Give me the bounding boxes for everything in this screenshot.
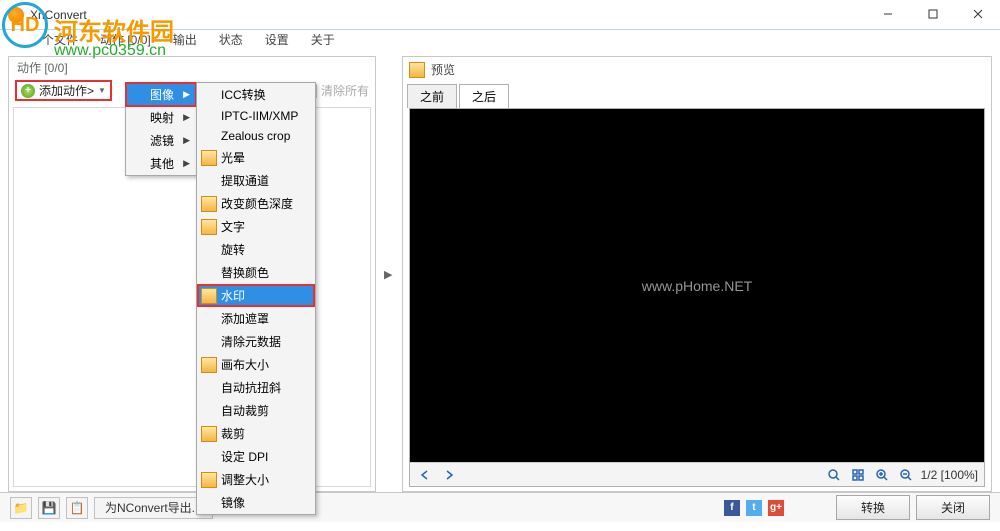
plus-icon: + [21,84,35,98]
menu-item-vignette[interactable]: 光晕 [197,146,315,169]
footer-bar: 📁 💾 📋 为NConvert导出... f t g+ 转换 关闭 [0,492,1000,522]
preview-watermark-text: www.pHome.NET [642,278,752,294]
menu-item-dpi[interactable]: 设定 DPI [197,445,315,468]
convert-button[interactable]: 转换 [836,495,910,520]
next-image-button[interactable] [440,466,458,484]
tab-status[interactable]: 状态 [217,30,245,49]
menu-item-clearmeta[interactable]: 清除元数据 [197,330,315,353]
image-submenu: ICC转换IPTC-IIM/XMPZealous crop光晕提取通道改变颜色深… [196,82,316,515]
title-bar: XnConvert [0,0,1000,30]
menu-item-watermark[interactable]: 水印 [197,284,315,307]
menu-item-crop[interactable]: 裁剪 [197,422,315,445]
menu-item-depth[interactable]: 改变颜色深度 [197,192,315,215]
zoom-fit-button[interactable] [825,466,843,484]
copy-preset-button[interactable]: 📋 [66,497,88,519]
facebook-icon[interactable]: f [724,500,740,516]
save-preset-button[interactable]: 💾 [38,497,60,519]
prev-image-button[interactable] [416,466,434,484]
tab-output[interactable]: 输出 [171,30,199,49]
app-icon [8,7,24,23]
add-action-menu: 图像▶ 映射▶ 滤镜▶ 其他▶ [125,82,197,176]
copy-icon: 📋 [70,501,85,515]
twitter-icon[interactable]: t [746,500,762,516]
preview-title: 预览 [431,61,455,78]
expand-arrow-icon[interactable]: ▶ [384,268,394,281]
preview-panel: 预览 之前 之后 www.pHome.NET 1/2 [100%] [402,56,992,492]
preview-icon [409,62,425,78]
menu-item-iptc[interactable]: IPTC-IIM/XMP [197,106,315,126]
menu-item-icc[interactable]: ICC转换 [197,83,315,106]
tab-before[interactable]: 之前 [407,84,457,108]
window-title: XnConvert [30,8,87,22]
preview-toolbar: 1/2 [100%] [410,462,984,486]
menu-item-autocrop[interactable]: 自动裁剪 [197,399,315,422]
actions-count-label: 动作 [0/0] [9,57,375,78]
close-button[interactable] [955,0,1000,28]
menu-image[interactable]: 图像▶ [126,83,196,106]
folder-icon: 📁 [14,501,29,515]
menu-item-extract[interactable]: 提取通道 [197,169,315,192]
menu-item-zealous[interactable]: Zealous crop [197,126,315,146]
menu-filter[interactable]: 滤镜▶ [126,129,196,152]
menu-item-canvas[interactable]: 画布大小 [197,353,315,376]
add-action-button[interactable]: + 添加动作> ▼ [15,80,112,101]
save-icon: 💾 [42,501,57,515]
tab-after[interactable]: 之后 [459,84,509,108]
googleplus-icon[interactable]: g+ [768,500,784,516]
tab-about[interactable]: 关于 [309,30,337,49]
zoom-actual-button[interactable] [849,466,867,484]
open-preset-button[interactable]: 📁 [10,497,32,519]
menu-other[interactable]: 其他▶ [126,152,196,175]
tab-files[interactable]: 个文件 [40,30,80,49]
export-nconvert-button[interactable]: 为NConvert导出... [94,497,213,519]
menu-item-resize[interactable]: 调整大小 [197,468,315,491]
clear-all-label: 清除所有 [321,82,369,99]
menu-item-rotate[interactable]: 旋转 [197,238,315,261]
menu-item-text[interactable]: 文字 [197,215,315,238]
menu-item-deskew[interactable]: 自动抗扭斜 [197,376,315,399]
zoom-status: 1/2 [100%] [921,468,978,482]
add-action-label: 添加动作> [39,82,94,99]
menu-map[interactable]: 映射▶ [126,106,196,129]
zoom-in-button[interactable] [873,466,891,484]
chevron-down-icon: ▼ [98,86,106,95]
zoom-out-button[interactable] [897,466,915,484]
preview-image: www.pHome.NET [410,109,984,462]
menu-item-mirror[interactable]: 镜像 [197,491,315,514]
close-app-button[interactable]: 关闭 [916,495,990,520]
tab-actions[interactable]: 动作 [0/0] [98,30,153,49]
maximize-button[interactable] [910,0,955,28]
menu-item-mask[interactable]: 添加遮罩 [197,307,315,330]
minimize-button[interactable] [865,0,910,28]
menu-item-replace[interactable]: 替换颜色 [197,261,315,284]
menu-bar: 个文件 动作 [0/0] 输出 状态 设置 关于 [0,30,1000,48]
window-controls [865,0,1000,28]
tab-settings[interactable]: 设置 [263,30,291,49]
